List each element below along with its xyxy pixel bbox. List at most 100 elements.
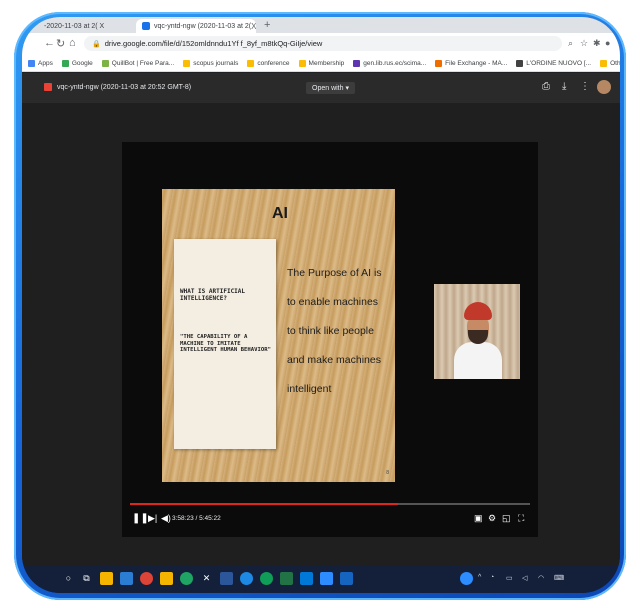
slide-line: intelligent [287, 383, 332, 395]
outlook-icon[interactable] [300, 572, 313, 585]
wifi-icon[interactable]: ◠ [538, 574, 544, 582]
windows-taskbar: ○ ⧉ ✕ ^ ◔ ▭ ◁ ◠ ⌨ [22, 565, 620, 593]
more-icon[interactable]: ⋮ [580, 81, 590, 92]
task-view-icon[interactable]: ⧉ [80, 572, 93, 585]
presentation-slide: AI WHAT IS ARTIFICIAL INTELLIGENCE? "THE… [162, 189, 395, 482]
viewer-header: vqc-yntd-ngw (2020-11-03 at 20:52 GMT-8)… [22, 73, 620, 103]
bookmark-item[interactable]: L'ORDINE NUOVO [... [516, 59, 592, 67]
video-file-icon [44, 83, 52, 91]
reload-icon[interactable]: ↻ [56, 37, 65, 50]
chrome-icon[interactable] [140, 572, 153, 585]
file-explorer-icon[interactable] [100, 572, 113, 585]
card-question: WHAT IS ARTIFICIAL INTELLIGENCE? [180, 288, 246, 302]
new-tab-button[interactable]: + [264, 19, 270, 31]
download-icon[interactable]: ⤓ [562, 81, 566, 92]
bookmark-label: Other bookmarks [610, 59, 620, 67]
network-icon[interactable]: ◔ [490, 574, 494, 581]
tray-app-icon[interactable] [460, 572, 473, 585]
slide-title: AI [272, 205, 288, 222]
bookmark-label: gen.lib.rus.ec/scima... [363, 59, 427, 67]
bookmark-item[interactable]: gen.lib.rus.ec/scima... [353, 59, 427, 67]
slide-line: to think like people [287, 325, 374, 337]
close-app-icon[interactable]: ✕ [200, 572, 213, 585]
keyboard-icon[interactable]: ⌨ [554, 574, 564, 582]
slide-page-number: 8 [386, 470, 389, 476]
captions-icon[interactable]: ▣ [474, 513, 483, 524]
slide-body: The Purpose of AI is to enable machines … [287, 259, 395, 404]
bookmark-icon [61, 59, 69, 67]
bookmark-label: File Exchange - MA... [445, 59, 508, 67]
drive-icon [142, 22, 150, 30]
settings-icon[interactable]: ⚙ [488, 513, 496, 524]
video-player[interactable]: AI WHAT IS ARTIFICIAL INTELLIGENCE? "THE… [122, 142, 538, 537]
slide-line: The Purpose of AI is [287, 267, 382, 279]
file-title: vqc-yntd-ngw (2020-11-03 at 20:52 GMT-8) [44, 83, 191, 91]
slide-line: to enable machines [287, 296, 379, 308]
slide-card: WHAT IS ARTIFICIAL INTELLIGENCE? "THE CA… [174, 239, 276, 449]
next-icon[interactable]: ▶| [148, 513, 157, 524]
bookmark-icon [101, 59, 109, 67]
bookmarks-bar: Apps Google QuillBot | Free Para... scopus … [22, 55, 620, 72]
bookmark-icon [516, 59, 524, 67]
bookmark-label: conference [257, 59, 290, 67]
tab-previous[interactable]: -2020-11-03 at 2( X [38, 19, 138, 33]
star-icon[interactable]: ☆ [580, 38, 588, 49]
word-icon[interactable] [220, 572, 233, 585]
whatsapp-icon[interactable] [180, 572, 193, 585]
bookmark-item[interactable]: conference [247, 59, 290, 67]
app-icon[interactable] [240, 572, 253, 585]
bookmark-icon [247, 59, 255, 67]
video-timecode: 3:58:23 / 5:45:22 [172, 515, 221, 522]
tab-current[interactable]: vqc-yntd-ngw (2020-11-03 at 2( X [136, 19, 256, 33]
bookmark-icon [28, 59, 35, 67]
tab-strip: -2020-11-03 at 2( X vqc-yntd-ngw (2020-1… [22, 17, 620, 33]
bookmark-item[interactable]: scopus journals [183, 59, 239, 67]
search-icon[interactable]: ⌕ [568, 38, 573, 49]
bookmark-item[interactable]: Other bookmarks [600, 59, 620, 67]
profile-icon[interactable]: ● [605, 38, 610, 48]
bookmark-icon [298, 59, 306, 67]
video-progress-bar[interactable] [130, 503, 530, 505]
bookmark-item[interactable]: QuillBot | Free Para... [101, 59, 175, 67]
progress-played [130, 503, 398, 505]
pause-icon[interactable]: ❚❚ [132, 513, 149, 524]
slide-line: and make machines [287, 354, 381, 366]
close-icon[interactable]: X [251, 22, 256, 31]
search-icon[interactable]: ○ [62, 572, 75, 585]
lock-icon: 🔒 [92, 40, 101, 48]
bookmark-icon [353, 59, 361, 67]
bookmark-item[interactable]: Google [61, 59, 93, 67]
folder-icon[interactable] [160, 572, 173, 585]
bookmark-label: Apps [38, 59, 53, 67]
card-answer: "THE CAPABILITY OF A MACHINE TO IMITATE … [180, 334, 271, 354]
excel-icon[interactable] [280, 572, 293, 585]
battery-icon[interactable]: ▭ [506, 574, 513, 582]
address-bar[interactable]: 🔒 drive.google.com/file/d/152omldnndu1Yf… [84, 36, 562, 51]
back-icon[interactable]: ← [44, 37, 55, 49]
bookmark-label: L'ORDINE NUOVO [... [526, 59, 592, 67]
store-icon[interactable] [120, 572, 133, 585]
bookmark-icon [183, 59, 191, 67]
mail-icon[interactable] [340, 572, 353, 585]
bookmark-item[interactable]: Apps [28, 59, 53, 67]
home-icon[interactable]: ⌂ [69, 37, 76, 49]
bookmark-item[interactable]: Membership [298, 59, 344, 67]
bookmark-item[interactable]: File Exchange - MA... [435, 59, 508, 67]
bookmark-icon [600, 59, 608, 67]
avatar[interactable] [597, 80, 611, 94]
file-title-text: vqc-yntd-ngw (2020-11-03 at 20:52 GMT-8) [57, 83, 192, 91]
bookmark-label: QuillBot | Free Para... [111, 59, 175, 67]
miniplayer-icon[interactable]: ◱ [502, 513, 511, 524]
calendar-icon[interactable] [320, 572, 333, 585]
volume-icon[interactable]: ◀) [161, 513, 171, 524]
bookmark-label: scopus journals [193, 59, 239, 67]
open-with-button[interactable]: Open with ▾ [306, 82, 355, 94]
tab-label: vqc-yntd-ngw (2020-11-03 at 2( [154, 22, 252, 30]
volume-tray-icon[interactable]: ◁ [522, 574, 527, 582]
print-icon[interactable]: ⎙ [542, 81, 550, 92]
extension-icon[interactable]: ✱ [593, 38, 601, 49]
bookmark-label: Google [71, 59, 93, 67]
chevron-up-icon[interactable]: ^ [478, 574, 481, 581]
fullscreen-icon[interactable]: ⛶ [518, 513, 524, 524]
app-icon[interactable] [260, 572, 273, 585]
